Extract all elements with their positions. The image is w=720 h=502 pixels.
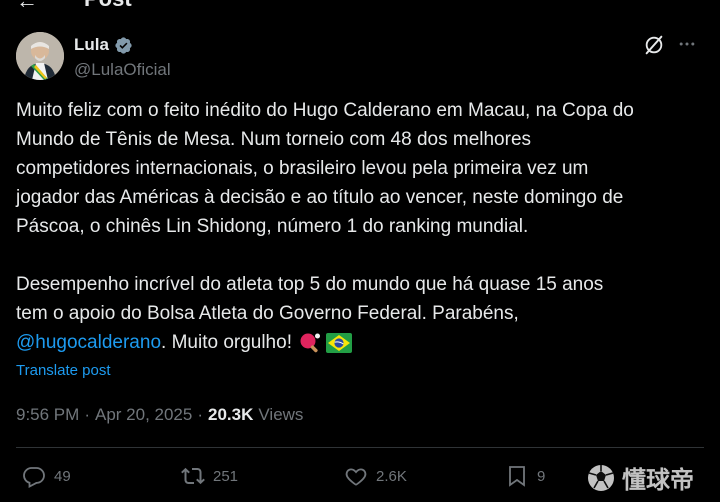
avatar-image <box>16 32 64 80</box>
bookmark-button[interactable]: 9 <box>505 464 545 488</box>
avatar[interactable] <box>16 32 64 80</box>
views-label: Views <box>258 405 304 424</box>
more-options-icon[interactable] <box>677 34 697 54</box>
post-meta: 9:56 PM · Apr 20, 2025 · 20.3K Views <box>16 405 303 425</box>
divider <box>16 447 704 448</box>
bookmark-count: 9 <box>537 467 546 485</box>
repost-icon <box>181 467 205 485</box>
tweet-line: Mundo de Tênis de Mesa. Num torneio com … <box>16 129 532 150</box>
tweet-line: jogador das Américas à decisão e ao títu… <box>16 187 624 208</box>
like-button[interactable]: 2.6K <box>344 464 407 488</box>
watermark-text: 懂球帝 <box>622 467 694 494</box>
brazil-flag-icon <box>325 332 352 353</box>
repost-count: 251 <box>213 467 239 485</box>
grok-icon[interactable] <box>643 34 665 56</box>
table-tennis-paddle-icon <box>300 333 320 353</box>
translate-post-link[interactable]: Translate post <box>16 362 111 379</box>
watermark: 懂球帝 <box>586 460 694 495</box>
back-arrow-icon[interactable]: ← <box>16 0 38 14</box>
tweet-line: tem o apoio do Bolsa Atleta do Governo F… <box>16 303 519 324</box>
tweet-last-line: @hugocalderano. Muito orgulho! <box>16 328 706 357</box>
tweet-line: Muito feliz com o feito inédito do Hugo … <box>16 100 634 121</box>
reply-button[interactable]: 49 <box>22 464 71 488</box>
like-count: 2.6K <box>376 467 407 485</box>
tweet-line: competidores internacionais, o brasileir… <box>16 158 589 179</box>
author-name[interactable]: Lula <box>74 35 109 55</box>
emoji-group <box>298 331 352 355</box>
heart-icon <box>345 468 367 486</box>
header-title: Post <box>84 0 132 12</box>
author-handle[interactable]: @LulaOficial <box>74 60 171 80</box>
mention-link[interactable]: @hugocalderano <box>16 332 161 353</box>
reply-count: 49 <box>54 467 71 485</box>
meta-separator: · <box>84 405 90 424</box>
author-name-row[interactable]: Lula <box>74 35 133 55</box>
tweet-line: Páscoa, o chinês Lin Shidong, número 1 d… <box>16 216 529 237</box>
meta-separator: · <box>197 405 204 424</box>
verified-badge-icon <box>115 36 132 54</box>
soccer-ball-icon <box>588 464 614 491</box>
reply-icon <box>23 467 45 488</box>
tweet-line: Desempenho incrível do atleta top 5 do m… <box>16 274 604 295</box>
views-count[interactable]: 20.3K <box>208 405 253 425</box>
post-date[interactable]: Apr 20, 2025 <box>95 405 192 425</box>
bookmark-icon <box>509 466 525 487</box>
tweet-text: Muito feliz com o feito inédito do Hugo … <box>16 96 706 357</box>
header: ← Post <box>0 0 720 14</box>
repost-button[interactable]: 251 <box>181 464 238 488</box>
post-time[interactable]: 9:56 PM <box>16 405 79 425</box>
paragraph-spacer <box>16 241 706 270</box>
tweet-closing: . Muito orgulho! <box>161 332 292 353</box>
